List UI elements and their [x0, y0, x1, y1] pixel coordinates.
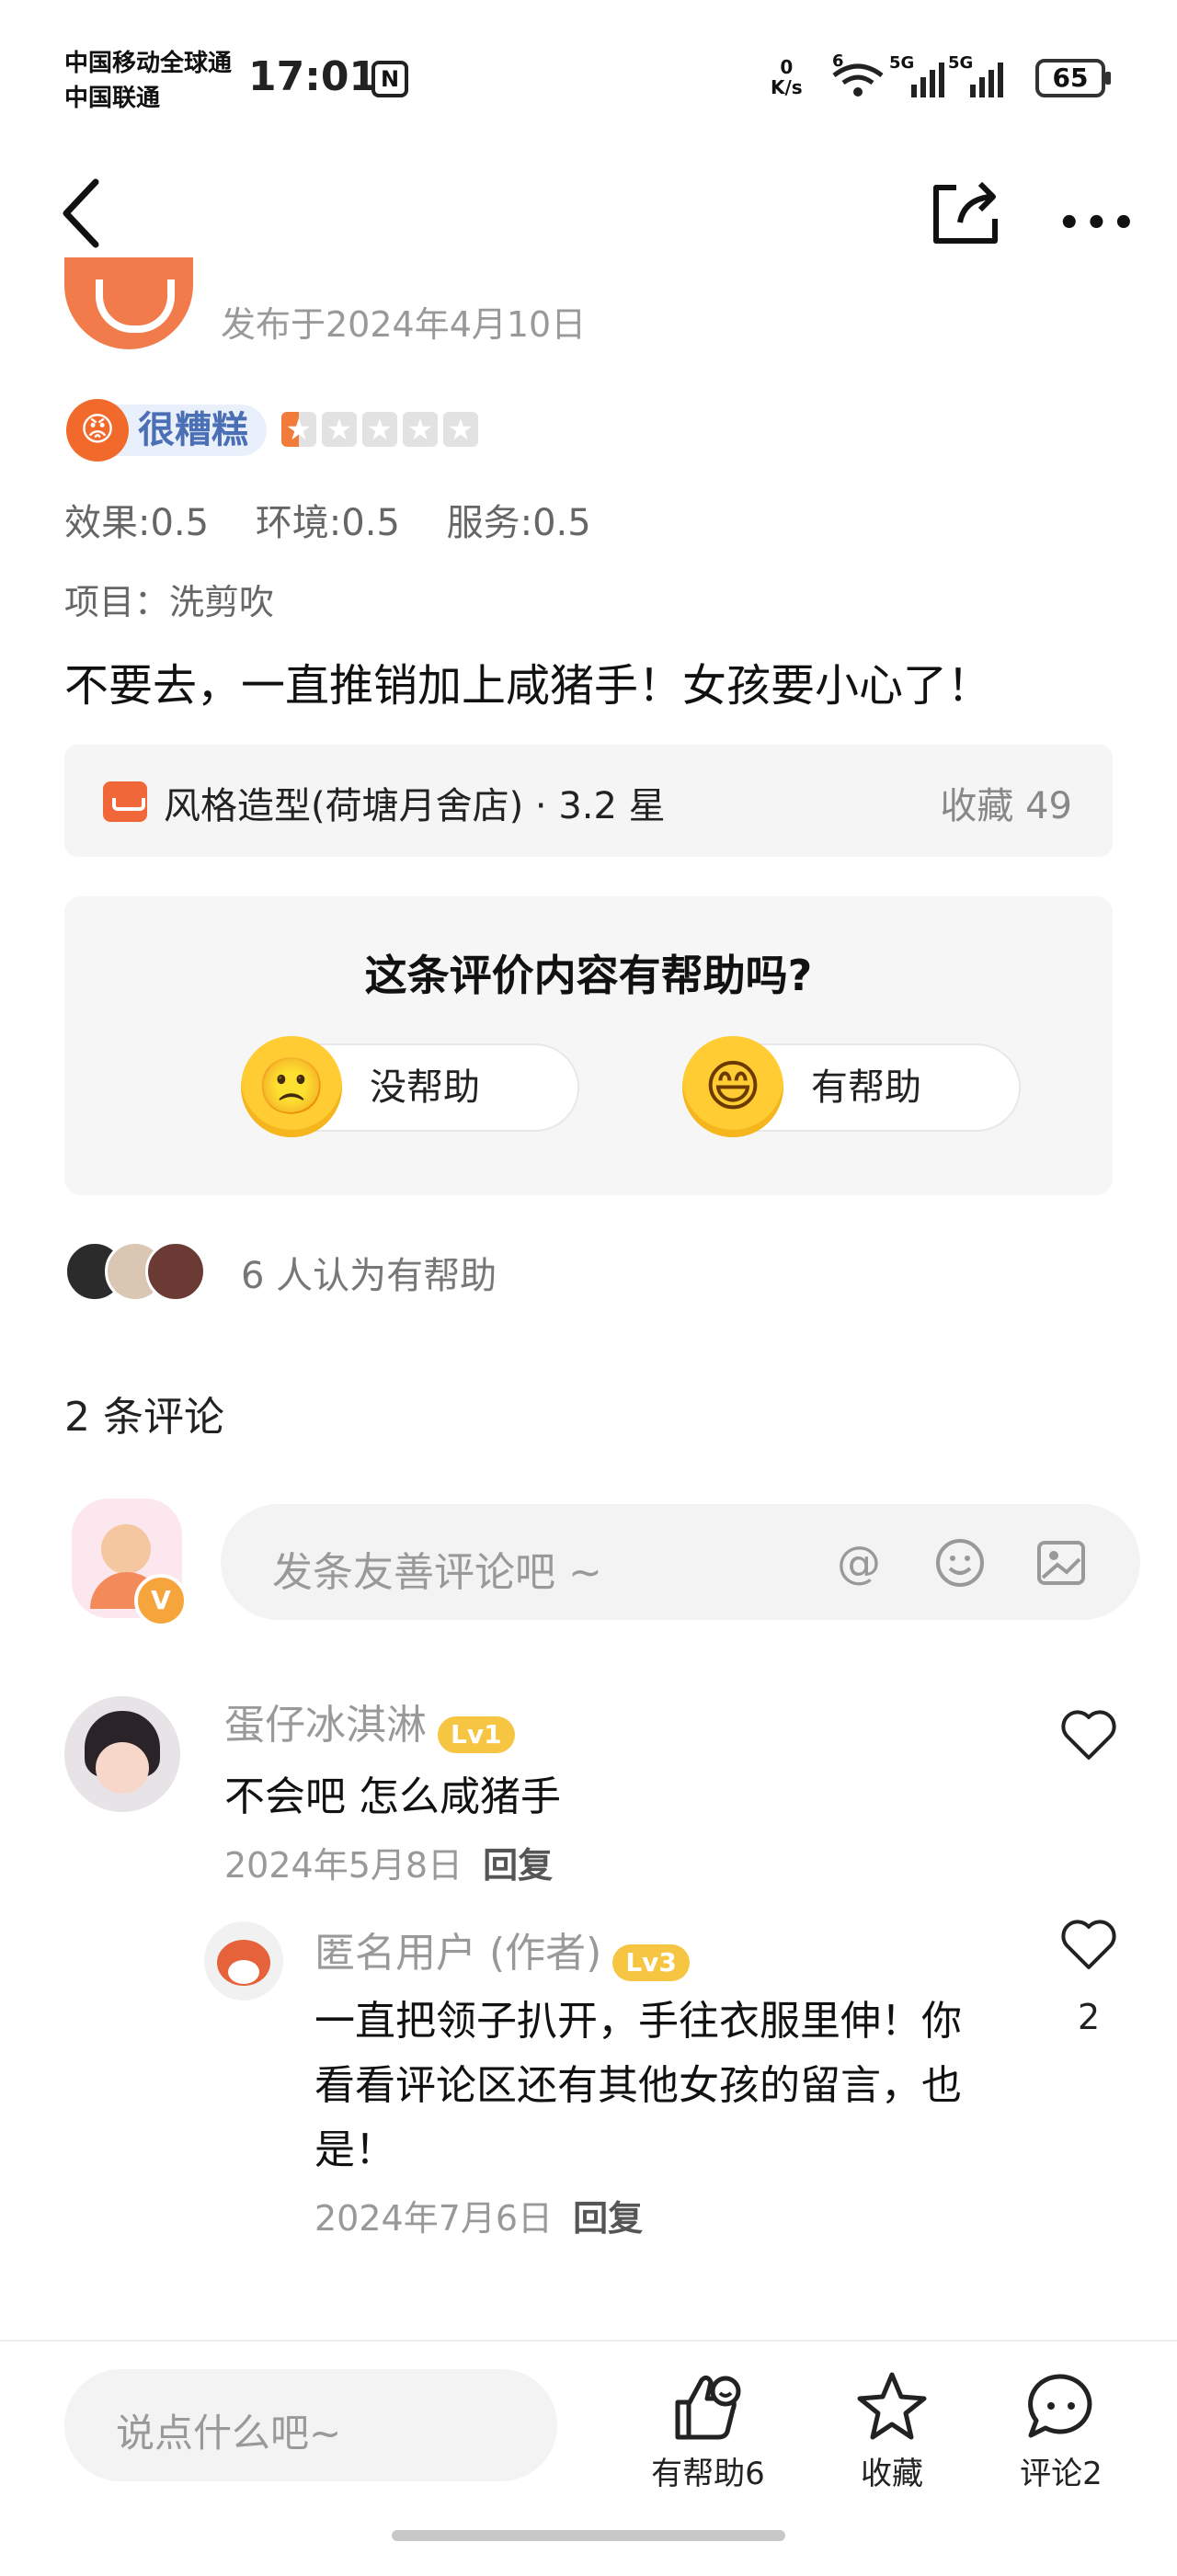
favorite-button[interactable]: 收藏 — [818, 2369, 966, 2493]
signal-1-type: 5G — [889, 53, 915, 73]
favorite-label: 收藏 — [861, 2456, 923, 2492]
signal-indicators: 6 5G 5G — [832, 51, 1025, 105]
commenter-avatar[interactable] — [204, 1921, 283, 2000]
home-indicator[interactable] — [392, 2530, 785, 2541]
comment-text: 一直把领子扒开，手往衣服里伸！你 看看评论区还有其他女孩的留言，也 是！ — [314, 1989, 962, 2183]
clock: 17:01 — [248, 53, 378, 100]
comment-meta: 2024年7月6日 回复 — [314, 2190, 643, 2240]
comment-date: 2024年5月8日 — [224, 1845, 463, 1886]
image-icon[interactable] — [1035, 1537, 1087, 1589]
happy-face-icon: 😄 — [682, 1036, 783, 1137]
helpful-count: 6 人认为有帮助 — [241, 1255, 497, 1297]
carrier-info: 中国移动全球通 中国联通 — [64, 46, 232, 116]
score-service: 服务:0.5 — [446, 502, 591, 544]
score-effect: 效果:0.5 — [64, 502, 210, 544]
comment-text: 不会吧 怎么咸猪手 — [224, 1773, 561, 1820]
not-helpful-label: 没帮助 — [370, 1066, 480, 1109]
star-outline-icon — [857, 2372, 927, 2440]
comment-input[interactable]: 发条友善评论吧 ~ @ — [221, 1504, 1140, 1620]
commenter-avatar[interactable] — [64, 1696, 180, 1812]
helpful-label: 有帮助 — [811, 1066, 921, 1109]
commenter-name[interactable]: 蛋仔冰淇淋 — [224, 1702, 427, 1749]
sad-face-icon: 🙁 — [241, 1036, 342, 1137]
like-heart-icon[interactable] — [1059, 1916, 1118, 1975]
shop-icon — [103, 781, 147, 822]
helpful-action-button[interactable]: 有帮助6 — [634, 2369, 782, 2493]
mention-icon[interactable]: @ — [833, 1537, 885, 1589]
comment-bubble-icon — [1028, 2374, 1092, 2438]
share-icon[interactable] — [929, 175, 1002, 248]
star-icon: ★ — [403, 412, 438, 447]
commenter-name[interactable]: 匿名用户 (作者) — [314, 1930, 601, 1977]
reply-button[interactable]: 回复 — [483, 1845, 553, 1886]
bottom-input-placeholder: 说点什么吧~ — [116, 2411, 342, 2456]
level-badge: Lv1 — [438, 1715, 515, 1753]
star-icon: ★ — [443, 412, 478, 447]
comment-meta: 2024年5月8日 回复 — [224, 1837, 553, 1887]
reply-button[interactable]: 回复 — [573, 2198, 643, 2239]
thumbs-up-icon — [675, 2375, 741, 2440]
carrier-1: 中国移动全球通 — [64, 50, 233, 77]
helpful-user-avatars — [64, 1241, 206, 1305]
comment-text-line: 是！ — [314, 2126, 395, 2173]
comment-header: 蛋仔冰淇淋 Lv1 — [224, 1692, 515, 1753]
carrier-2: 中国联通 — [64, 85, 161, 112]
star-icon: ★ — [362, 412, 397, 447]
helpful-action-label: 有帮助6 — [651, 2456, 765, 2492]
helpful-question: 这条评价内容有帮助吗? — [364, 951, 813, 1000]
shop-favorites: 收藏 49 — [940, 785, 1072, 827]
rating-stars: ★ ★ ★ ★ ★ — [281, 412, 484, 447]
signal-2-type: 5G — [948, 53, 974, 73]
not-helpful-button[interactable]: 🙁 没帮助 — [241, 1036, 579, 1137]
net-speed-value: 0 — [780, 56, 794, 78]
comment-placeholder: 发条友善评论吧 ~ — [272, 1549, 602, 1596]
sub-scores: 效果:0.5 环境:0.5 服务:0.5 — [64, 493, 626, 546]
like-heart-icon[interactable] — [1059, 1706, 1118, 1765]
net-speed-unit: K/s — [771, 76, 803, 98]
wifi-tag: 6 — [832, 51, 844, 71]
comment-label: 评论2 — [1020, 2456, 1103, 2492]
shop-card[interactable]: 风格造型(荷塘月舍店) · 3.2 星 收藏 49 — [64, 745, 1113, 857]
comment-date: 2024年7月6日 — [314, 2198, 554, 2239]
more-options-icon[interactable]: ••• — [1057, 202, 1139, 245]
wifi-signal-icon — [832, 63, 1003, 97]
rating-label: 很糟糕 — [110, 405, 267, 456]
verified-badge: V — [134, 1574, 188, 1627]
shop-name: 风格造型(荷塘月舍店) · 3.2 星 — [164, 785, 666, 827]
comment-text-line: 看看评论区还有其他女孩的留言，也 — [314, 2062, 962, 2109]
publish-date: 发布于2024年4月10日 — [221, 304, 587, 345]
helpful-button[interactable]: 😄 有帮助 — [682, 1036, 1021, 1137]
bottom-comment-input[interactable]: 说点什么吧~ — [64, 2369, 557, 2481]
star-icon: ★ — [322, 412, 357, 447]
review-text: 不要去，一直推销加上咸猪手！女孩要小心了！ — [64, 660, 992, 712]
star-icon: ★ — [281, 412, 316, 447]
score-environment: 环境:0.5 — [255, 502, 400, 544]
comment-button[interactable]: 评论2 — [988, 2369, 1135, 2493]
project-label: 项目：洗剪吹 — [64, 582, 275, 622]
angry-face-icon: 😡 — [66, 399, 129, 462]
back-arrow-icon[interactable] — [55, 175, 110, 252]
comment-header: 匿名用户 (作者) Lv3 — [314, 1920, 690, 1981]
nfc-icon: N — [371, 61, 408, 97]
comments-title: 2 条评论 — [64, 1394, 224, 1441]
net-speed: 0 K/s — [771, 57, 803, 97]
like-count: 2 — [1078, 1997, 1101, 2037]
avatar — [145, 1241, 206, 1302]
reviewer-avatar[interactable] — [64, 257, 193, 349]
battery-icon: 65 — [1035, 59, 1111, 97]
comment-text-line: 一直把领子扒开，手往衣服里伸！你 — [314, 1998, 962, 2045]
helpful-card: 这条评价内容有帮助吗? 🙁 没帮助 😄 有帮助 — [64, 896, 1113, 1195]
emoji-icon[interactable] — [934, 1537, 986, 1589]
level-badge: Lv3 — [612, 1943, 690, 1981]
